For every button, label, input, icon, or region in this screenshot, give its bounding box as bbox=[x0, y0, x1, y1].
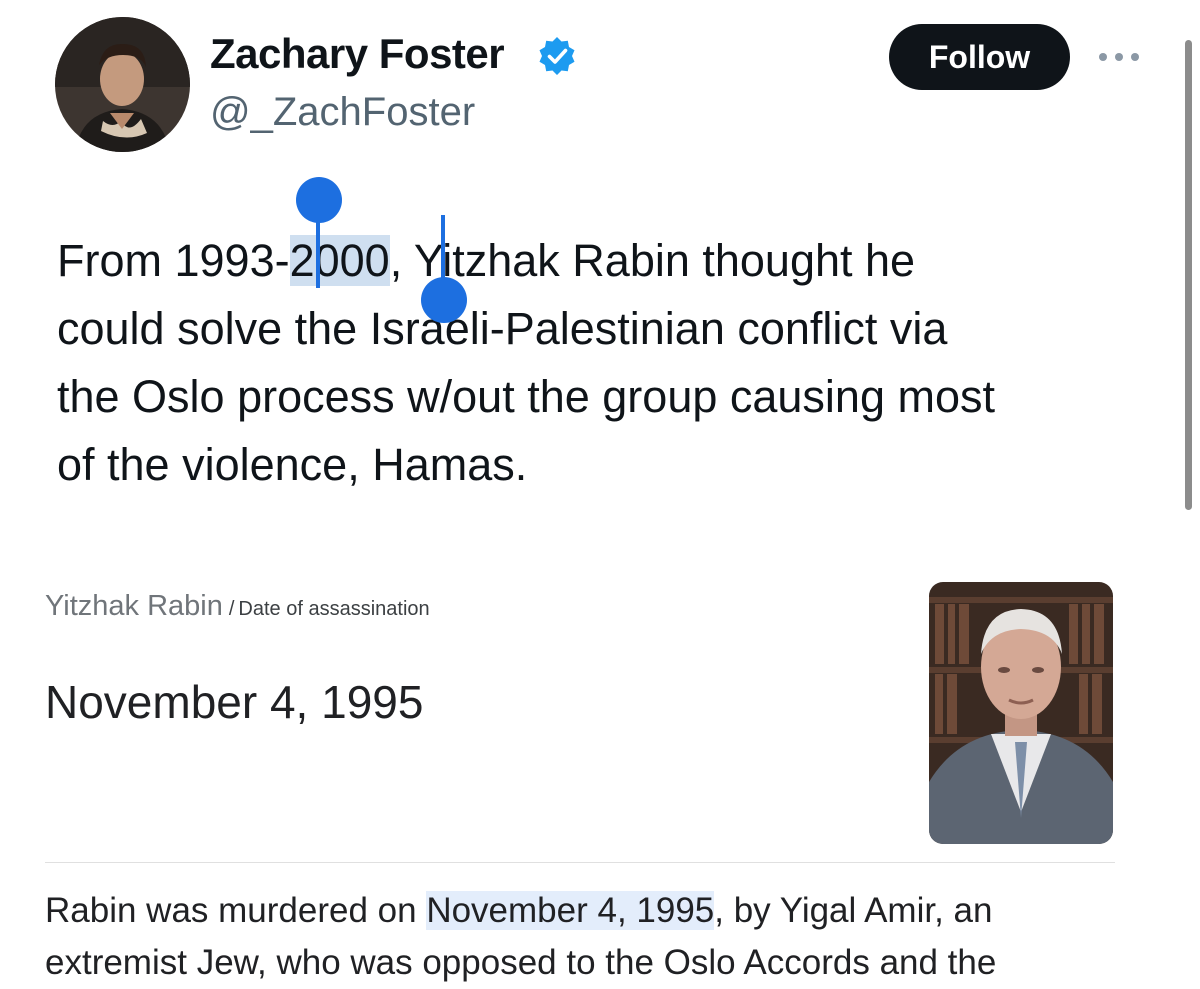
entity-name: Yitzhak Rabin bbox=[45, 590, 223, 622]
avatar[interactable] bbox=[55, 17, 190, 152]
scrollbar[interactable] bbox=[1185, 40, 1192, 510]
text-selection[interactable]: 2000 bbox=[289, 235, 390, 286]
snippet-line-2: extremist Jew, who was opposed to the Os… bbox=[45, 943, 997, 982]
knowledge-card-snippet: Rabin was murdered on November 4, 1995, … bbox=[45, 885, 1155, 989]
knowledge-card-breadcrumb: Yitzhak Rabin / Date of assassination bbox=[45, 590, 430, 623]
selection-start-cursor bbox=[316, 220, 320, 288]
tweet-line-2: could solve the Israeli-Palestinian conf… bbox=[57, 303, 948, 354]
snippet-highlight: November 4, 1995 bbox=[426, 891, 715, 930]
attribute-name: Date of assassination bbox=[238, 598, 430, 620]
more-options-icon[interactable] bbox=[1096, 46, 1142, 68]
snippet-segment: Rabin was murdered on bbox=[45, 891, 427, 930]
answer-date: November 4, 1995 bbox=[45, 676, 424, 728]
follow-button[interactable]: Follow bbox=[889, 24, 1070, 90]
tweet-line-4: of the violence, Hamas. bbox=[57, 439, 528, 490]
rabin-portrait-photo bbox=[929, 582, 1113, 844]
selection-end-handle[interactable] bbox=[421, 277, 467, 323]
tweet-text-segment: , Yitzhak Rabin thought he bbox=[389, 235, 916, 286]
tweet-text: From 1993-2000, Yitzhak Rabin thought he… bbox=[57, 227, 1167, 499]
breadcrumb-separator: / bbox=[228, 598, 235, 620]
card-divider bbox=[45, 862, 1115, 863]
author-display-name[interactable]: Zachary Foster bbox=[210, 30, 505, 78]
author-handle[interactable]: @_ZachFoster bbox=[210, 90, 475, 135]
snippet-line-1: Rabin was murdered on November 4, 1995, … bbox=[45, 885, 1155, 937]
tweet-line-1: From 1993-2000, Yitzhak Rabin thought he bbox=[57, 227, 1167, 295]
snippet-segment: , by Yigal Amir, an bbox=[714, 891, 993, 930]
tweet-text-segment: From 1993- bbox=[57, 235, 290, 286]
selection-start-handle[interactable] bbox=[296, 177, 342, 223]
verified-badge-icon bbox=[539, 37, 575, 75]
tweet-line-3: the Oslo process w/out the group causing… bbox=[57, 371, 995, 422]
avatar-photo bbox=[55, 17, 190, 152]
